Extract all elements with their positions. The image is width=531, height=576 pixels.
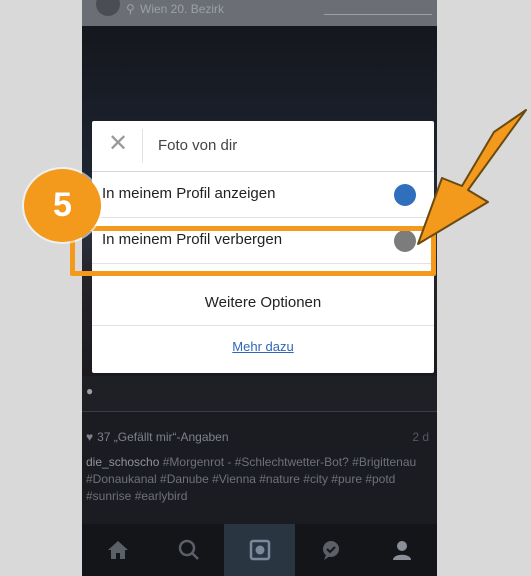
dialog-title: Foto von dir [158, 137, 238, 154]
profile-icon [392, 541, 411, 560]
header-divider [324, 14, 432, 15]
header-separator [142, 129, 143, 163]
camera-icon [249, 539, 270, 561]
nav-profile[interactable] [366, 524, 437, 576]
home-icon [107, 541, 128, 559]
phone-screen: ⚲ Wien 20. Bezirk ● ♥ 37 „Gefällt mir“-An… [82, 0, 437, 576]
nav-activity[interactable] [295, 524, 366, 576]
heart-icon: ♥ [86, 430, 94, 444]
location-pin-icon: ⚲ [126, 2, 135, 16]
post-location[interactable]: Wien 20. Bezirk [140, 2, 224, 16]
post-caption: die_schoscho #Morgenrot - #Schlechtwette… [86, 454, 430, 505]
step-badge: 5 [24, 169, 101, 242]
nav-search[interactable] [153, 524, 224, 576]
likes-label: 37 „Gefällt mir“-Angaben [97, 430, 229, 444]
likes-count[interactable]: ♥ 37 „Gefällt mir“-Angaben [86, 430, 229, 444]
close-icon[interactable]: ✕ [106, 132, 130, 156]
post-header: ⚲ Wien 20. Bezirk [82, 0, 437, 26]
post-details: ♥ 37 „Gefällt mir“-Angaben 2 d die_schosc… [82, 412, 437, 524]
search-icon [178, 539, 199, 560]
avatar[interactable] [96, 0, 120, 16]
learn-more-link[interactable]: Mehr dazu [92, 339, 434, 354]
dialog-header: ✕ Foto von dir [92, 121, 434, 172]
post-age: 2 d [412, 430, 429, 444]
tag-bar: ● [82, 376, 437, 412]
option-show-in-profile[interactable]: In meinem Profil anzeigen [92, 172, 434, 218]
activity-icon [322, 541, 339, 560]
nav-camera[interactable] [224, 524, 295, 576]
option-label: In meinem Profil anzeigen [102, 185, 276, 202]
highlight-box [70, 226, 436, 276]
nav-home[interactable] [82, 524, 153, 576]
person-tag-icon[interactable]: ● [86, 384, 93, 398]
more-options-button[interactable]: Weitere Optionen [92, 280, 434, 326]
bottom-navigation [82, 524, 437, 576]
pointer-arrow-icon [417, 109, 527, 245]
caption-username[interactable]: die_schoscho [86, 455, 159, 469]
